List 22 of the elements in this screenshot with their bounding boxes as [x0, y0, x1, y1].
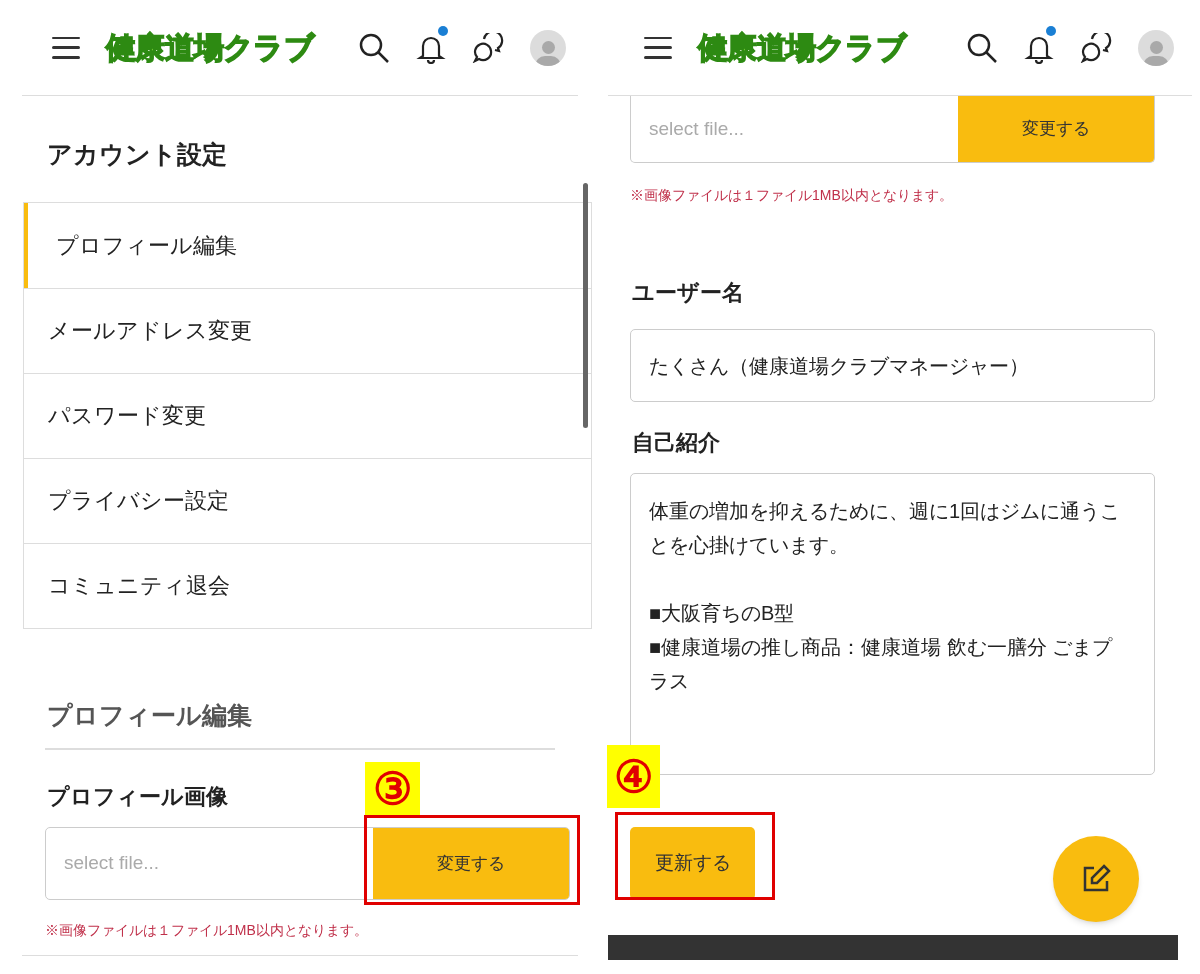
- scrollbar[interactable]: [583, 182, 588, 428]
- site-logo[interactable]: 健康道場クラブ: [698, 25, 906, 70]
- file-size-note: ※画像ファイルは１ファイル1MB以内となります。: [630, 186, 954, 205]
- file-size-note: ※画像ファイルは１ファイル1MB以内となります。: [45, 921, 369, 940]
- username-input-field[interactable]: たくさん（健康道場クラブマネージャー）: [630, 329, 1155, 402]
- chat-bubbles-icon[interactable]: [1080, 32, 1112, 63]
- section-title: プロフィール編集: [47, 699, 252, 731]
- chat-bubbles-icon[interactable]: [472, 32, 504, 63]
- search-icon[interactable]: [966, 31, 998, 64]
- page-title: アカウント設定: [47, 139, 227, 170]
- settings-menu-item[interactable]: コミュニティ退会: [24, 542, 591, 628]
- search-icon[interactable]: [358, 31, 390, 64]
- annotation-number: ④: [607, 745, 660, 808]
- site-logo[interactable]: 健康道場クラブ: [106, 25, 314, 70]
- menu-icon[interactable]: [644, 36, 672, 59]
- menu-icon[interactable]: [52, 36, 80, 59]
- update-button[interactable]: 更新する: [630, 827, 755, 900]
- field-label: ユーザー名: [632, 279, 744, 307]
- field-label: 自己紹介: [632, 429, 720, 457]
- annotation-number: ③: [365, 762, 420, 816]
- field-label: プロフィール画像: [47, 783, 228, 811]
- settings-menu-item[interactable]: プライバシー設定: [24, 457, 591, 543]
